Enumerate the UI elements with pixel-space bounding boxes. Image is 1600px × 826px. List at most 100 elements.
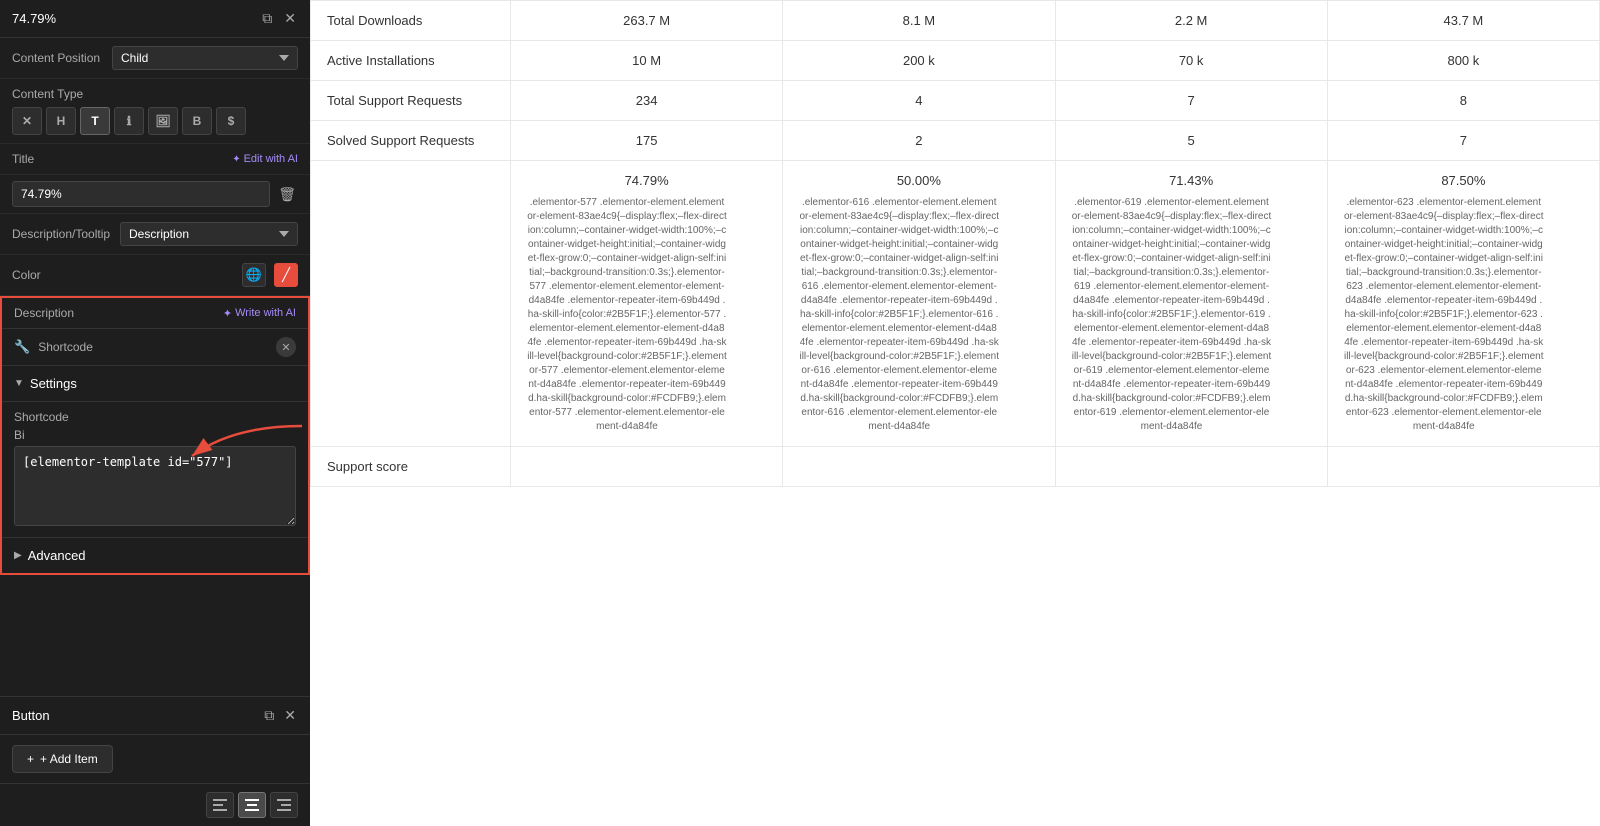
ct-icon-image[interactable]: 🖼 [148,107,178,135]
percentage-value-4: 87.50% [1344,173,1583,188]
cell-support-total-3: 7 [1055,81,1327,121]
percentage-cell-4: 87.50% .elementor-623 .elementor-element… [1327,161,1599,447]
bi-label: Bi [14,428,44,442]
cell-installs-2: 200 k [783,41,1055,81]
shortcode-textarea[interactable]: [elementor-template id="577"] [14,446,296,526]
left-panel: 74.79% ⧉ ✕ Content Position Child Parent… [0,0,310,826]
support-score-row: Support score [311,447,1600,487]
delete-title-button[interactable]: 🗑 [276,184,298,205]
settings-title: Settings [30,376,77,391]
content-position-select[interactable]: Child Parent [112,46,298,70]
bottom-panel: Button ⧉ ✕ + + Add Item [0,696,310,826]
write-ai-label: Write with AI [235,307,296,319]
tooltip-label: Description/Tooltip [12,227,112,241]
cell-installs-1: 10 M [511,41,783,81]
edit-ai-button[interactable]: ✦ Edit with AI [232,153,298,165]
copy-button-panel[interactable]: ⧉ [262,705,276,726]
panel-top-bar: 74.79% ⧉ ✕ [0,0,310,38]
ct-icon-dollar[interactable]: $ [216,107,246,135]
row-label-empty [311,161,511,447]
code-cell-1: .elementor-577 .elementor-element.elemen… [527,196,727,434]
title-input-row: 🗑 [0,175,310,214]
wrench-icon: 🔧 [14,339,30,355]
panel-top-icons: ⧉ ✕ [260,8,298,29]
code-cell-2: .elementor-616 .elementor-element.elemen… [799,196,999,434]
button-panel-header: Button ⧉ ✕ [0,697,310,735]
ct-icon-b[interactable]: B [182,107,212,135]
support-score-cell-2 [783,447,1055,487]
cell-support-solved-4: 7 [1327,121,1599,161]
cell-downloads-1: 263.7 M [511,1,783,41]
content-position-row: Content Position Child Parent [0,38,310,79]
brush-icon[interactable]: ╱ [274,263,298,287]
shortcode-area-container: [elementor-template id="577"] [2,446,308,537]
ct-icon-t[interactable]: T [80,107,110,135]
close-button[interactable]: ✕ [282,8,298,29]
settings-header[interactable]: ▼ Settings [2,366,308,402]
content-position-label: Content Position [12,51,112,65]
settings-section: ▼ Settings Shortcode Bi [elementor-templ… [2,366,308,537]
add-item-plus-icon: + [27,752,34,766]
copy-button[interactable]: ⧉ [260,8,274,29]
row-label-support-total: Total Support Requests [311,81,511,121]
settings-content: Shortcode Bi [elementor-template id="577… [2,402,308,537]
row-label-downloads: Total Downloads [311,1,511,41]
align-left-button[interactable] [206,792,234,818]
cell-support-solved-3: 5 [1055,121,1327,161]
settings-arrow-icon: ▼ [14,378,24,389]
add-item-button[interactable]: + + Add Item [12,745,113,773]
support-score-cell-4 [1327,447,1599,487]
panel-spacer [0,575,310,696]
clear-shortcode-button[interactable]: ✕ [276,337,296,357]
globe-icon[interactable]: 🌐 [242,263,266,287]
code-cell-3: .elementor-619 .elementor-element.elemen… [1072,196,1272,434]
percentage-value-1: 74.79% [527,173,766,188]
align-center-button[interactable] [238,792,266,818]
row-label-support-solved: Solved Support Requests [311,121,511,161]
support-score-cell-1 [511,447,783,487]
code-cell-4: .elementor-623 .elementor-element.elemen… [1344,196,1544,434]
content-type-row: Content Type ✕ H T ℹ 🖼 B $ [0,79,310,144]
cell-support-total-4: 8 [1327,81,1599,121]
shortcode-label: Shortcode [38,340,268,354]
right-panel: Total Downloads 263.7 M 8.1 M 2.2 M 43.7… [310,0,1600,826]
color-label: Color [12,268,242,282]
ct-icon-x[interactable]: ✕ [12,107,42,135]
cell-downloads-2: 8.1 M [783,1,1055,41]
description-section: Description ✦ Write with AI 🔧 Shortcode … [0,296,310,575]
cell-support-solved-2: 2 [783,121,1055,161]
percentage-cell-1: 74.79% .elementor-577 .elementor-element… [511,161,783,447]
content-type-label: Content Type [12,87,298,101]
button-label: Button [12,708,50,723]
support-score-cell-3 [1055,447,1327,487]
row-label-installs: Active Installations [311,41,511,81]
button-panel-icons: ⧉ ✕ [262,705,298,726]
align-right-button[interactable] [270,792,298,818]
ct-icon-info[interactable]: ℹ [114,107,144,135]
cell-installs-3: 70 k [1055,41,1327,81]
table-row: Active Installations 10 M 200 k 70 k 800… [311,41,1600,81]
cell-support-solved-1: 175 [511,121,783,161]
write-ai-star-icon: ✦ [223,307,232,320]
color-icons: 🌐 ╱ [242,263,298,287]
content-type-icons: ✕ H T ℹ 🖼 B $ [12,107,298,135]
percentage-cell-3: 71.43% .elementor-619 .elementor-element… [1055,161,1327,447]
ai-star-icon: ✦ [232,154,240,165]
description-label: Description [14,306,74,320]
write-ai-button[interactable]: ✦ Write with AI [223,307,296,320]
percentage-code-row: 74.79% .elementor-577 .elementor-element… [311,161,1600,447]
title-row: Title ✦ Edit with AI [0,144,310,175]
advanced-arrow-icon: ▶ [14,550,22,561]
advanced-header[interactable]: ▶ Advanced [14,548,296,563]
tooltip-select[interactable]: Description Tooltip [120,222,298,246]
percentage-value-2: 50.00% [799,173,1038,188]
percentage-cell-2: 50.00% .elementor-616 .elementor-element… [783,161,1055,447]
description-header: Description ✦ Write with AI [2,298,308,329]
cell-support-total-1: 234 [511,81,783,121]
close-button-panel[interactable]: ✕ [282,705,298,726]
comparison-table: Total Downloads 263.7 M 8.1 M 2.2 M 43.7… [310,0,1600,487]
title-input[interactable] [12,181,270,207]
advanced-title: Advanced [28,548,86,563]
cell-downloads-3: 2.2 M [1055,1,1327,41]
ct-icon-h[interactable]: H [46,107,76,135]
